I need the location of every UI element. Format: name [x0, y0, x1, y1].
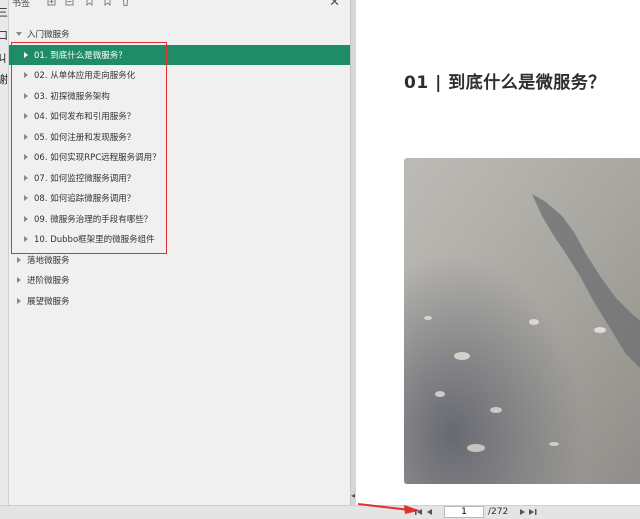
bookmark-label: 09. 微服务治理的手段有哪些？	[34, 214, 153, 225]
bookmark-label: 08. 如何追踪微服务调用？	[34, 194, 136, 204]
toolbar-glyph[interactable]: 口	[0, 27, 8, 43]
bookmarks-title: 书签	[12, 0, 31, 9]
document-view: 01 | 到底什么是微服务？	[357, 0, 640, 505]
last-page-icon[interactable]	[528, 507, 538, 517]
bottom-status-bar	[0, 505, 640, 519]
bookmark-label: 04. 如何发布和引用服务？	[34, 112, 136, 122]
bookmark-label: 落地微服务	[27, 255, 70, 266]
bookmark-label: 06. 如何实现RPC远程服务调用？	[34, 153, 161, 163]
page-number-input[interactable]	[444, 506, 484, 518]
next-page-icon[interactable]	[518, 507, 528, 517]
bookmark-add-icon[interactable]	[85, 0, 94, 6]
bookmark-item[interactable]: 01. 到底什么是微服务？	[9, 44, 350, 65]
bookmark-label: 02. 从单体应用走向服务化	[34, 71, 136, 81]
bookmark-item[interactable]: 06. 如何实现RPC远程服务调用？	[9, 147, 350, 167]
collapse-icon[interactable]	[65, 0, 74, 6]
caret-right-icon[interactable]	[15, 297, 23, 305]
bookmark-label: 05. 如何注册和发现服务？	[34, 132, 136, 143]
caret-right-icon[interactable]	[15, 256, 23, 264]
bookmark-label: 10. Dubbo框架里的微服务组件	[34, 235, 155, 245]
left-toolbar-strip: 三 口 ㄐ 谢	[0, 0, 9, 505]
concrete-shadow-photo	[404, 158, 640, 484]
bookmark-item[interactable]: 03. 初探微服务架构	[9, 86, 350, 106]
caret-right-icon[interactable]	[22, 174, 30, 182]
caret-right-icon[interactable]	[22, 71, 30, 79]
bookmark-label: 03. 初探微服务架构	[34, 91, 110, 102]
page-total: /272	[488, 507, 509, 517]
bookmark-item[interactable]: 02. 从单体应用走向服务化	[9, 65, 350, 85]
bookmark-item[interactable]: 07. 如何监控微服务调用？	[9, 168, 350, 188]
bookmark-section[interactable]: 落地微服务	[9, 250, 350, 270]
scroll-left-arrow-icon[interactable]: ◂	[351, 491, 355, 500]
previous-page-icon[interactable]	[424, 507, 434, 517]
bookmark-icon[interactable]	[103, 0, 112, 6]
bookmark-label: 入门微服务	[27, 30, 70, 40]
close-icon[interactable]: ✕	[329, 0, 340, 9]
expand-icon[interactable]	[47, 0, 56, 6]
delete-icon[interactable]	[121, 0, 130, 6]
caret-right-icon[interactable]	[22, 215, 30, 223]
caret-right-icon[interactable]	[22, 194, 30, 202]
bookmark-section[interactable]: 展望微服务	[9, 291, 350, 311]
bookmark-label: 07. 如何监控微服务调用？	[34, 173, 136, 184]
caret-right-icon[interactable]	[22, 133, 30, 141]
first-page-icon[interactable]	[414, 507, 424, 517]
bookmark-section[interactable]: 进阶微服务	[9, 270, 350, 290]
bookmark-item[interactable]: 08. 如何追踪微服务调用？	[9, 188, 350, 208]
bookmark-label: 进阶微服务	[27, 276, 70, 286]
bookmarks-panel: 书签 ✕ 入门微服务 01. 到底什么是微服务？ 02. 从单体应用走向服务化 03.…	[9, 0, 350, 505]
bookmark-item[interactable]: 09. 微服务治理的手段有哪些？	[9, 209, 350, 229]
caret-right-icon[interactable]	[22, 92, 30, 100]
caret-right-icon[interactable]	[22, 153, 30, 161]
panel-splitter[interactable]	[350, 0, 356, 505]
toolbar-glyph[interactable]: ㄐ	[0, 50, 8, 66]
toolbar-glyph[interactable]: 三	[0, 4, 8, 20]
page-heading: 01 | 到底什么是微服务？	[404, 73, 606, 93]
bookmark-label: 01. 到底什么是微服务？	[34, 50, 127, 61]
bookmark-item[interactable]: 04. 如何发布和引用服务？	[9, 106, 350, 126]
page-navigation: /272	[414, 505, 538, 519]
toolbar-glyph[interactable]: 谢	[0, 71, 8, 87]
caret-right-icon[interactable]	[22, 51, 30, 59]
bookmark-label: 展望微服务	[27, 296, 70, 307]
caret-right-icon[interactable]	[22, 112, 30, 120]
bookmark-item[interactable]: 05. 如何注册和发现服务？	[9, 127, 350, 147]
bookmarks-header: 书签 ✕	[9, 0, 350, 12]
bookmark-section[interactable]: 入门微服务	[9, 24, 350, 44]
caret-right-icon[interactable]	[22, 235, 30, 243]
bookmark-item[interactable]: 10. Dubbo框架里的微服务组件	[9, 229, 350, 249]
caret-down-icon[interactable]	[15, 30, 23, 38]
caret-right-icon[interactable]	[15, 276, 23, 284]
